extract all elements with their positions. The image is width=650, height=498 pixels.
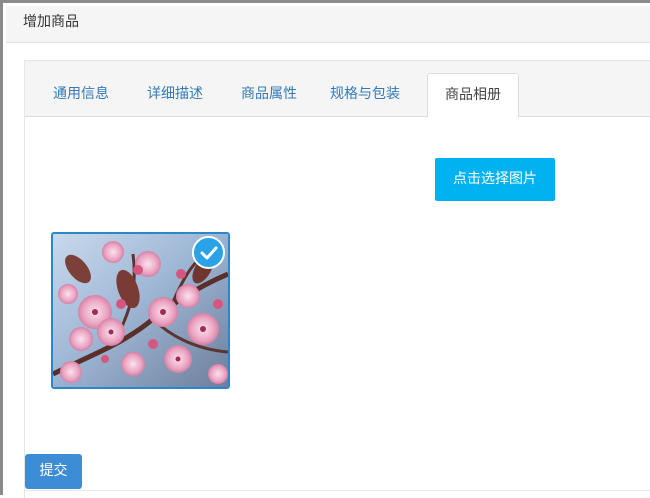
tab-bar: 通用信息 详细描述 商品属性 规格与包装 商品相册 <box>25 61 650 118</box>
product-form-panel: 通用信息 详细描述 商品属性 规格与包装 商品相册 点击选择图片 提交 <box>24 60 650 498</box>
tab-specs-packaging[interactable]: 规格与包装 <box>323 73 407 117</box>
form-divider <box>25 490 650 491</box>
page-frame: 增加商品 通用信息 详细描述 商品属性 规格与包装 商品相册 点击选择图片 提交 <box>0 0 650 498</box>
tab-product-attributes[interactable]: 商品属性 <box>229 73 309 117</box>
submit-button[interactable]: 提交 <box>25 454 82 489</box>
tab-product-album[interactable]: 商品相册 <box>427 73 519 118</box>
page-title: 增加商品 <box>23 14 79 30</box>
album-image-thumbnail[interactable] <box>51 232 230 389</box>
check-icon <box>200 246 218 260</box>
select-image-button[interactable]: 点击选择图片 <box>435 158 555 201</box>
tab-detailed-description[interactable]: 详细描述 <box>135 73 215 117</box>
page-header: 增加商品 <box>6 6 650 43</box>
tab-general-info[interactable]: 通用信息 <box>38 73 124 117</box>
selected-badge <box>192 236 225 269</box>
